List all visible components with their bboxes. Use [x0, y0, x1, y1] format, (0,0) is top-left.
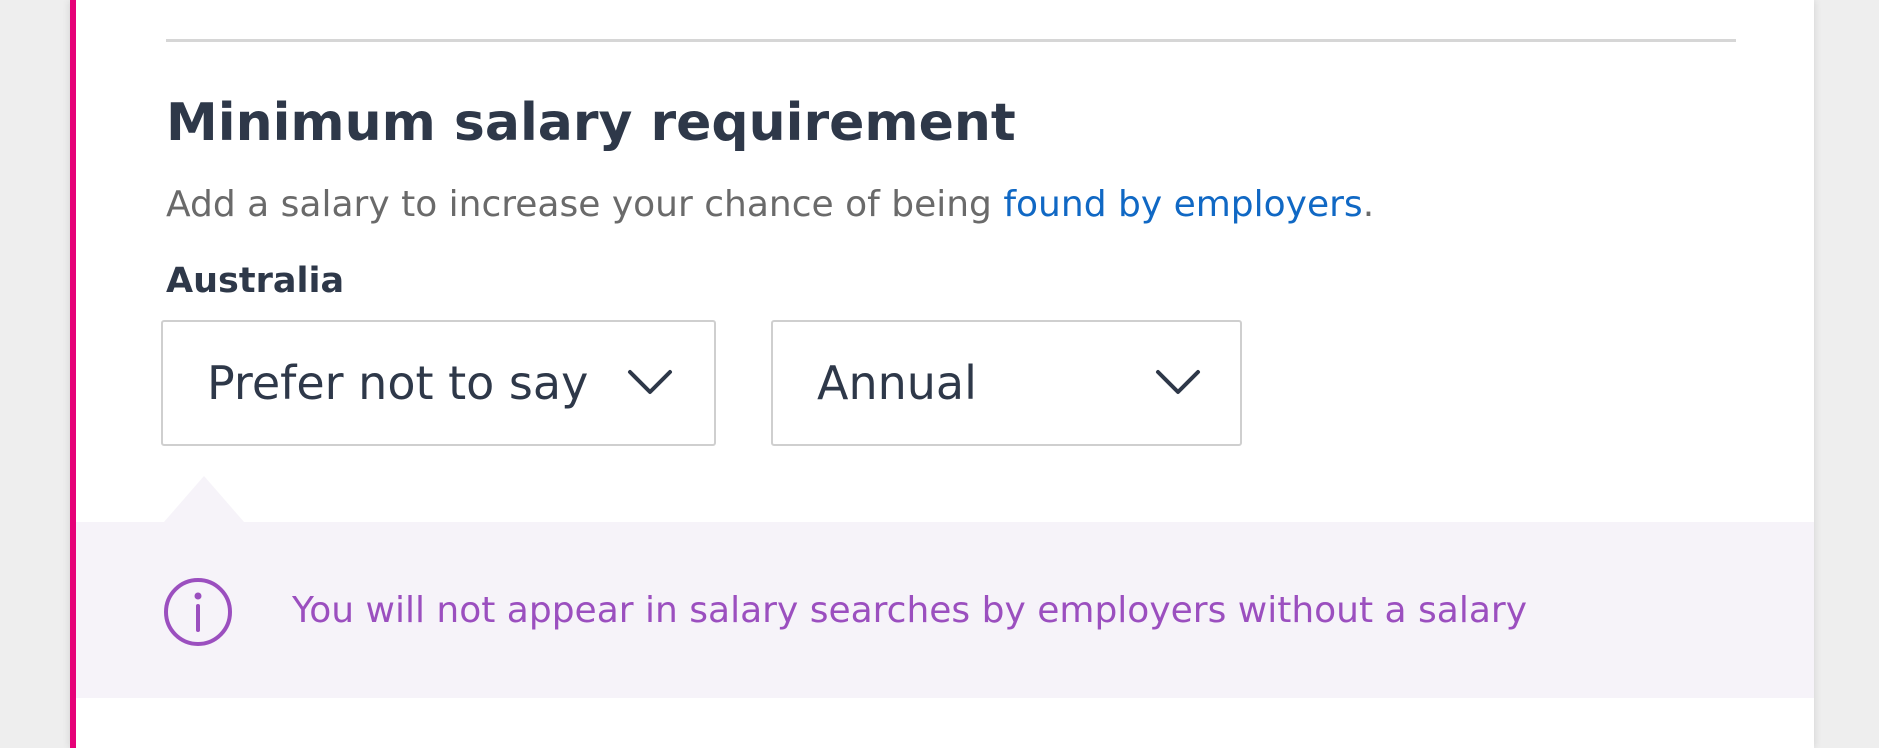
chevron-down-icon — [1156, 370, 1200, 394]
salary-frequency-select[interactable]: Annual — [771, 320, 1242, 446]
salary-card: Minimum salary requirement Add a salary … — [70, 0, 1814, 748]
salary-frequency-value: Annual — [817, 356, 977, 410]
salary-amount-value: Prefer not to say — [207, 356, 589, 410]
notice-text: You will not appear in salary searches b… — [292, 590, 1528, 631]
salary-amount-select[interactable]: Prefer not to say — [161, 320, 716, 446]
section-title: Minimum salary requirement — [166, 93, 1016, 153]
info-icon — [164, 578, 232, 646]
helper-text-suffix: . — [1362, 184, 1375, 225]
section-divider — [166, 39, 1736, 42]
helper-text: Add a salary to increase your chance of … — [166, 180, 1374, 230]
notice-pointer — [164, 476, 244, 522]
chevron-down-icon — [628, 370, 672, 394]
helper-text-prefix: Add a salary to increase your chance of … — [166, 184, 1004, 225]
country-label: Australia — [166, 261, 345, 301]
found-by-employers-link[interactable]: found by employers — [1003, 184, 1362, 225]
